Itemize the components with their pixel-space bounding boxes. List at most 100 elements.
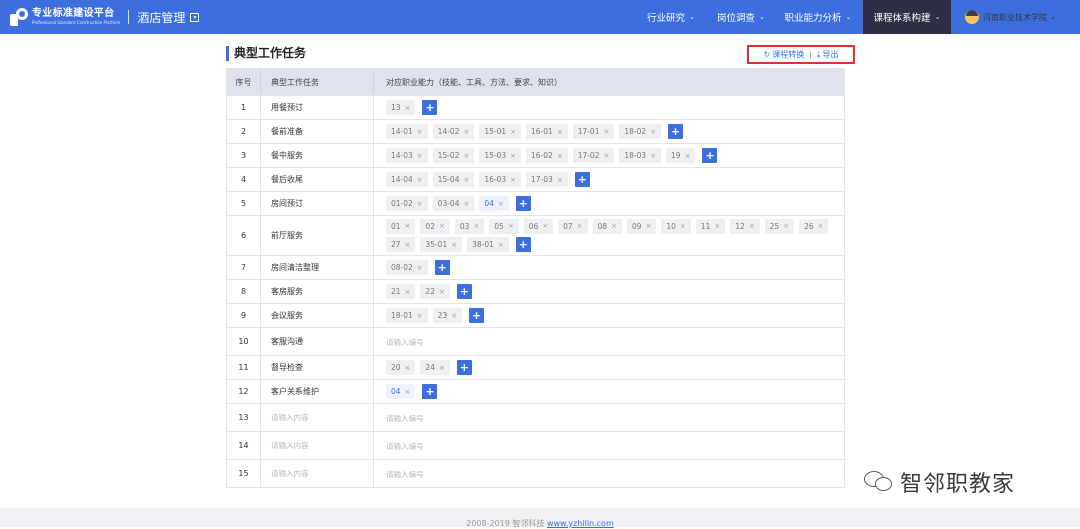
ability-tag[interactable]: 38-01 × — [467, 237, 509, 253]
remove-tag-icon[interactable]: × — [818, 222, 824, 230]
remove-tag-icon[interactable]: × — [714, 222, 720, 230]
remove-tag-icon[interactable]: × — [603, 128, 609, 136]
ability-tag[interactable]: 16-01 × — [526, 124, 568, 139]
ability-tag[interactable]: 13 × — [386, 100, 416, 115]
ability-tag[interactable]: 20 × — [386, 360, 416, 375]
ability-tag[interactable]: 14-03 × — [386, 148, 428, 163]
remove-tag-icon[interactable]: × — [557, 128, 563, 136]
task-name-input[interactable]: 请输入内容 — [261, 432, 374, 459]
remove-tag-icon[interactable]: × — [439, 364, 445, 372]
ability-code-input[interactable]: 请输入编号 — [374, 460, 844, 487]
ability-tag[interactable]: 15-03 × — [479, 148, 522, 163]
remove-tag-icon[interactable]: × — [650, 152, 656, 160]
ability-tag[interactable]: 08 × — [592, 218, 622, 234]
ability-tag[interactable]: 22 × — [420, 284, 450, 299]
remove-tag-icon[interactable]: × — [508, 222, 514, 230]
remove-tag-icon[interactable]: × — [510, 128, 516, 136]
remove-tag-icon[interactable]: × — [646, 222, 652, 230]
nav-industry-research[interactable]: 行业研究 ⌄ — [642, 0, 700, 34]
remove-tag-icon[interactable]: × — [405, 388, 411, 396]
add-ability-button[interactable]: + — [515, 196, 531, 211]
ability-tag[interactable]: 16-03 × — [479, 172, 522, 187]
add-ability-button[interactable]: + — [456, 284, 472, 299]
ability-tag[interactable]: 11 × — [695, 218, 726, 234]
task-name[interactable]: 客户关系维护 — [261, 380, 374, 403]
add-ability-button[interactable]: + — [702, 148, 718, 163]
ability-tag[interactable]: 15-02 × — [432, 148, 475, 163]
remove-tag-icon[interactable]: × — [405, 222, 411, 230]
task-name[interactable]: 餐后收尾 — [261, 168, 374, 191]
nav-ability-analysis[interactable]: 职业能力分析 ⌄ — [780, 0, 856, 34]
remove-tag-icon[interactable]: × — [685, 152, 691, 160]
ability-tag[interactable]: 16-02 × — [526, 148, 568, 163]
remove-tag-icon[interactable]: × — [417, 152, 423, 160]
ability-tag[interactable]: 14-04 × — [386, 172, 428, 187]
ability-tag[interactable]: 01-02 × — [386, 196, 428, 211]
ability-tag[interactable]: 26 × — [799, 218, 829, 234]
ability-tag[interactable]: 05 × — [489, 218, 519, 234]
remove-tag-icon[interactable]: × — [405, 364, 411, 372]
ability-tag[interactable]: 06 × — [523, 218, 554, 234]
remove-tag-icon[interactable]: × — [405, 104, 411, 112]
remove-tag-icon[interactable]: × — [498, 200, 504, 208]
nav-position-survey[interactable]: 岗位调查 ⌄ — [712, 0, 770, 34]
remove-tag-icon[interactable]: × — [557, 152, 563, 160]
task-name[interactable]: 前厅服务 — [261, 216, 374, 255]
remove-tag-icon[interactable]: × — [680, 222, 686, 230]
ability-tag[interactable]: 08-02 × — [386, 260, 428, 275]
task-name[interactable]: 会议服务 — [261, 304, 374, 327]
ability-tag[interactable]: 15-01 × — [479, 124, 522, 139]
brand[interactable]: 专业标准建设平台 Professional Standard Construct… — [10, 0, 200, 34]
add-ability-button[interactable]: + — [515, 237, 531, 253]
ability-tag[interactable]: 24 × — [420, 360, 450, 375]
remove-tag-icon[interactable]: × — [473, 222, 479, 230]
ability-tag[interactable]: 04 × — [479, 196, 509, 211]
remove-tag-icon[interactable]: × — [451, 241, 457, 249]
task-name[interactable]: 房间清洁整理 — [261, 256, 374, 279]
remove-tag-icon[interactable]: × — [463, 200, 469, 208]
ability-tag[interactable]: 12 × — [730, 218, 760, 234]
ability-tag[interactable]: 03 × — [454, 218, 485, 234]
add-ability-button[interactable]: + — [422, 384, 438, 399]
task-name[interactable]: 用餐预订 — [261, 96, 374, 119]
export-link[interactable]: 导出 — [822, 49, 838, 60]
ability-tag[interactable]: 17-01 × — [572, 124, 615, 139]
ability-tag[interactable]: 14-02 × — [432, 124, 475, 139]
nav-curriculum-build[interactable]: 课程体系构建 ⌄ — [863, 0, 951, 34]
ability-tag[interactable]: 03-04 × — [432, 196, 475, 211]
ability-tag[interactable]: 07 × — [558, 218, 588, 234]
ability-tag[interactable]: 17-02 × — [572, 148, 615, 163]
remove-tag-icon[interactable]: × — [417, 312, 423, 320]
remove-tag-icon[interactable]: × — [417, 176, 423, 184]
ability-tag[interactable]: 01 × — [386, 218, 416, 234]
remove-tag-icon[interactable]: × — [463, 176, 469, 184]
task-name[interactable]: 督导检查 — [261, 356, 374, 379]
add-ability-button[interactable]: + — [422, 100, 438, 115]
task-name[interactable]: 餐前准备 — [261, 120, 374, 143]
remove-tag-icon[interactable]: × — [451, 312, 457, 320]
ability-tag[interactable]: 21 × — [386, 284, 416, 299]
remove-tag-icon[interactable]: × — [417, 128, 423, 136]
ability-tag[interactable]: 25 × — [764, 218, 795, 234]
remove-tag-icon[interactable]: × — [557, 176, 563, 184]
ability-tag[interactable]: 02 × — [420, 218, 450, 234]
remove-tag-icon[interactable]: × — [603, 152, 609, 160]
user-menu[interactable]: 河南职业技术学院 ⌄ — [965, 0, 1056, 34]
add-ability-button[interactable]: + — [456, 360, 472, 375]
ability-tag[interactable]: 23 × — [432, 308, 463, 323]
module-switch-icon[interactable]: ▾ — [190, 12, 200, 22]
task-name[interactable]: 客服沟通 — [261, 328, 374, 355]
add-ability-button[interactable]: + — [434, 260, 450, 275]
task-name-input[interactable]: 请输入内容 — [261, 404, 374, 431]
ability-code-input[interactable]: 请输入编号 — [374, 404, 844, 431]
remove-tag-icon[interactable]: × — [542, 222, 548, 230]
ability-tag[interactable]: 04 × — [386, 384, 416, 399]
ability-tag[interactable]: 18-03 × — [619, 148, 662, 163]
ability-tag[interactable]: 35-01 × — [420, 237, 463, 253]
remove-tag-icon[interactable]: × — [463, 128, 469, 136]
remove-tag-icon[interactable]: × — [405, 288, 411, 296]
ability-tag[interactable]: 19 × — [666, 148, 696, 163]
task-name[interactable]: 房间预订 — [261, 192, 374, 215]
ability-code-input[interactable]: 请输入编号 — [374, 432, 844, 459]
remove-tag-icon[interactable]: × — [439, 222, 445, 230]
